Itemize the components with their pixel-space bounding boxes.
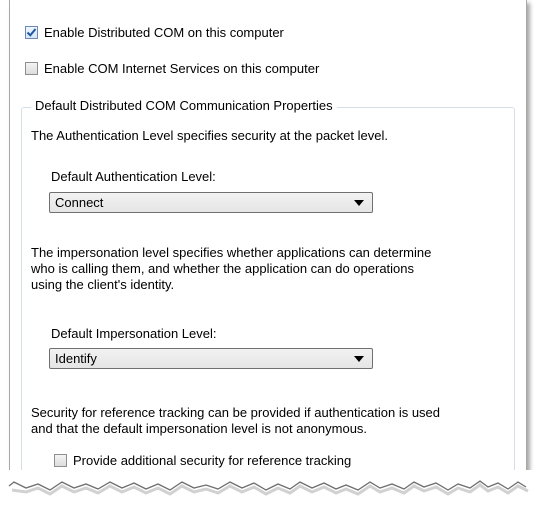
auth-level-dropdown[interactable]: Connect (49, 192, 373, 213)
auth-description: The Authentication Level specifies secur… (31, 128, 388, 143)
dropdown-arrow-icon (354, 356, 364, 362)
enable-dcom-row[interactable]: Enable Distributed COM on this computer (25, 25, 284, 40)
enable-dcom-checkbox[interactable] (25, 26, 38, 39)
imp-level-label: Default Impersonation Level: (51, 326, 217, 341)
dropdown-arrow-icon (354, 200, 364, 206)
ref-description-line-1: Security for reference tracking can be p… (31, 405, 441, 420)
ref-description-line-2: and that the default impersonation level… (31, 421, 368, 436)
ref-tracking-checkbox[interactable] (54, 454, 67, 467)
imp-level-value: Identify (55, 351, 97, 366)
imp-description-line-2: who is calling them, and whether the app… (31, 261, 415, 276)
imp-description-line-1: The impersonation level specifies whethe… (31, 245, 432, 260)
enable-cis-label: Enable COM Internet Services on this com… (44, 61, 320, 76)
checkmark-icon (26, 28, 37, 37)
torn-edge-decoration (0, 470, 535, 496)
imp-level-dropdown[interactable]: Identify (49, 348, 373, 369)
imp-description-line-3: using the client's identity. (31, 277, 175, 292)
ref-tracking-label: Provide additional security for referenc… (73, 453, 352, 468)
group-title: Default Distributed COM Communication Pr… (31, 98, 337, 114)
enable-cis-row[interactable]: Enable COM Internet Services on this com… (25, 61, 319, 76)
enable-dcom-label: Enable Distributed COM on this computer (44, 25, 284, 40)
auth-level-value: Connect (55, 195, 104, 210)
auth-level-label: Default Authentication Level: (51, 169, 216, 184)
enable-cis-checkbox[interactable] (25, 62, 38, 75)
ref-tracking-row[interactable]: Provide additional security for referenc… (54, 453, 351, 468)
